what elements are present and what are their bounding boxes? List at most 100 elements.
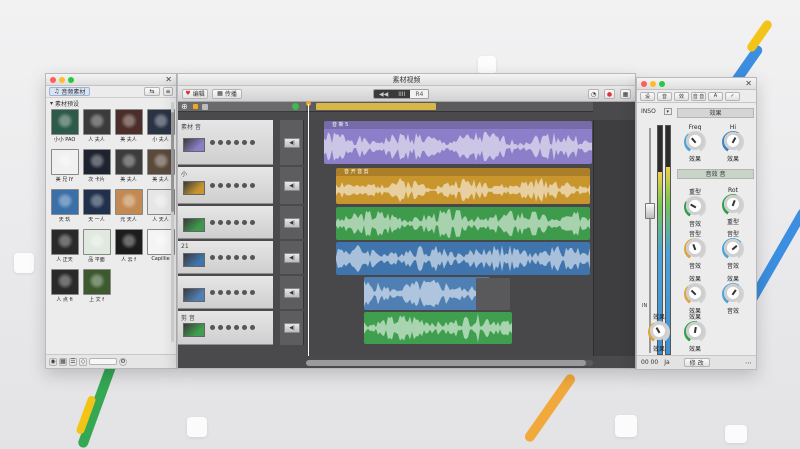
volume-icon[interactable] bbox=[250, 254, 255, 260]
volume-icon[interactable] bbox=[250, 325, 255, 330]
record-arm-icon[interactable] bbox=[226, 182, 231, 188]
media-thumbnail[interactable]: 元 天人 bbox=[114, 189, 143, 223]
minimize-window-button[interactable] bbox=[650, 80, 656, 87]
more-icon[interactable]: ▦ bbox=[620, 89, 631, 99]
media-thumbnail[interactable]: 美 兄 IY bbox=[50, 149, 79, 183]
mute-icon[interactable] bbox=[210, 325, 215, 330]
record-icon[interactable]: ● bbox=[604, 89, 615, 99]
horizontal-scrollbar[interactable] bbox=[306, 360, 593, 366]
audio-region[interactable]: 音 新 5 bbox=[324, 121, 592, 164]
pan-icon[interactable] bbox=[242, 182, 247, 188]
media-thumbnail[interactable]: 小小 PAO bbox=[50, 109, 79, 143]
horizontal-scrollbar-thumb[interactable] bbox=[306, 360, 586, 366]
close-window-button[interactable] bbox=[641, 80, 647, 87]
audio-region[interactable]: 音 开 音 剪 bbox=[336, 168, 590, 204]
knob-dial[interactable] bbox=[684, 131, 706, 153]
mute-icon[interactable] bbox=[210, 139, 215, 145]
browser-tab-audio[interactable]: ♫ 音频素材 bbox=[49, 87, 91, 96]
media-thumbnail[interactable]: 人 夫人 bbox=[82, 109, 111, 143]
modify-button[interactable]: 修 改 bbox=[683, 358, 710, 367]
parameter-knob[interactable]: Hi 效果 bbox=[719, 123, 747, 163]
size-slider[interactable] bbox=[89, 358, 117, 365]
settings-small-icon[interactable] bbox=[202, 104, 208, 110]
close-icon[interactable]: ✕ bbox=[745, 78, 752, 90]
browser-scrollbar[interactable] bbox=[171, 102, 174, 342]
arrange-area[interactable]: 音 新 5 音 开 音 剪 bbox=[306, 120, 593, 356]
add-track-icon[interactable]: ⊕ bbox=[181, 102, 188, 111]
zoom-window-button[interactable] bbox=[68, 76, 74, 83]
pan-icon[interactable] bbox=[242, 139, 247, 145]
input-icon[interactable] bbox=[234, 289, 239, 295]
list-view-icon[interactable]: ☰ bbox=[69, 357, 77, 366]
solo-icon[interactable] bbox=[218, 325, 223, 330]
close-window-button[interactable] bbox=[50, 76, 56, 83]
cycle-region[interactable] bbox=[316, 103, 436, 110]
mute-icon[interactable] bbox=[210, 289, 215, 295]
grid-view-icon[interactable]: ▦ bbox=[59, 357, 67, 366]
shuffle-button[interactable]: ⇆ bbox=[144, 87, 160, 96]
pan-icon[interactable] bbox=[242, 219, 247, 225]
knob-dial[interactable] bbox=[684, 196, 706, 218]
dropdown-icon[interactable]: ▾ bbox=[663, 108, 672, 115]
inspector-tab[interactable]: 效 bbox=[674, 91, 689, 101]
browser-section-header[interactable]: ▾ 素材预设 bbox=[46, 98, 176, 109]
pan-icon[interactable] bbox=[242, 254, 247, 260]
track-header[interactable]: 素材 音 bbox=[178, 120, 273, 165]
zoom-window-button[interactable] bbox=[659, 80, 665, 87]
record-arm-icon[interactable] bbox=[226, 289, 231, 295]
input-icon[interactable] bbox=[234, 219, 239, 225]
solo-icon[interactable] bbox=[218, 219, 223, 225]
more-icon[interactable]: ⋯ bbox=[745, 359, 752, 367]
timeline-ruler[interactable] bbox=[306, 102, 593, 112]
volume-fader-knob[interactable] bbox=[645, 203, 655, 219]
media-thumbnail[interactable]: 次 卡片 bbox=[82, 149, 111, 183]
inspector-subheader[interactable]: 音效 音 bbox=[677, 169, 754, 179]
track-button[interactable]: ◀| bbox=[284, 252, 300, 263]
settings-icon[interactable]: ⚙ bbox=[119, 357, 127, 366]
solo-icon[interactable] bbox=[218, 254, 223, 260]
track-button[interactable]: ◀| bbox=[284, 287, 300, 298]
media-thumbnail[interactable]: 人 点 fi bbox=[50, 269, 79, 303]
inspector-tab[interactable]: 设 bbox=[640, 91, 655, 101]
inspector-tab[interactable]: 音 音 bbox=[691, 91, 706, 101]
inspector-tab[interactable]: A bbox=[708, 91, 723, 101]
media-thumbnail[interactable]: 上 文 f bbox=[82, 269, 111, 303]
audio-region[interactable] bbox=[336, 242, 590, 275]
parameter-knob[interactable]: 音型 音效 bbox=[719, 228, 747, 270]
playhead[interactable] bbox=[308, 104, 309, 356]
knob-dial[interactable] bbox=[648, 321, 670, 343]
solo-icon[interactable] bbox=[218, 139, 223, 145]
media-thumbnail[interactable]: 天 玖 bbox=[50, 189, 79, 223]
track-button[interactable]: ◀| bbox=[284, 180, 300, 191]
input-icon[interactable] bbox=[234, 325, 239, 330]
record-arm-icon[interactable] bbox=[226, 325, 231, 330]
track-header[interactable]: 21 bbox=[178, 241, 273, 274]
record-arm-icon[interactable] bbox=[226, 139, 231, 145]
knob-dial[interactable] bbox=[684, 283, 706, 305]
parameter-knob[interactable]: Freq 效果 bbox=[681, 123, 709, 163]
volume-icon[interactable] bbox=[250, 182, 255, 188]
parameter-knob[interactable]: 重型 音效 bbox=[681, 186, 709, 228]
parameter-knob[interactable]: 效果 效果 bbox=[645, 311, 673, 353]
knob-dial[interactable] bbox=[684, 321, 706, 343]
play-button[interactable]: IIII bbox=[393, 90, 411, 98]
mute-icon[interactable] bbox=[210, 182, 215, 188]
input-icon[interactable] bbox=[234, 182, 239, 188]
volume-icon[interactable] bbox=[250, 139, 255, 145]
record-arm-icon[interactable] bbox=[226, 254, 231, 260]
close-icon[interactable]: ✕ bbox=[165, 74, 172, 86]
solo-icon[interactable] bbox=[218, 289, 223, 295]
volume-icon[interactable] bbox=[250, 289, 255, 295]
inspector-tab[interactable]: ✓ bbox=[725, 91, 740, 101]
audio-region[interactable] bbox=[364, 277, 490, 310]
view-icon[interactable]: ◉ bbox=[49, 357, 57, 366]
track-button[interactable]: ◀| bbox=[284, 217, 300, 228]
library-button[interactable]: ♥ 编辑 bbox=[182, 88, 208, 99]
scrollbar-thumb[interactable] bbox=[171, 112, 174, 212]
track-header[interactable] bbox=[178, 206, 273, 239]
knob-dial[interactable] bbox=[684, 238, 706, 260]
media-thumbnail[interactable]: 天 一人 bbox=[82, 189, 111, 223]
inspector-tab[interactable]: 音 bbox=[657, 91, 672, 101]
pan-icon[interactable] bbox=[242, 325, 247, 330]
solo-icon[interactable] bbox=[218, 182, 223, 188]
